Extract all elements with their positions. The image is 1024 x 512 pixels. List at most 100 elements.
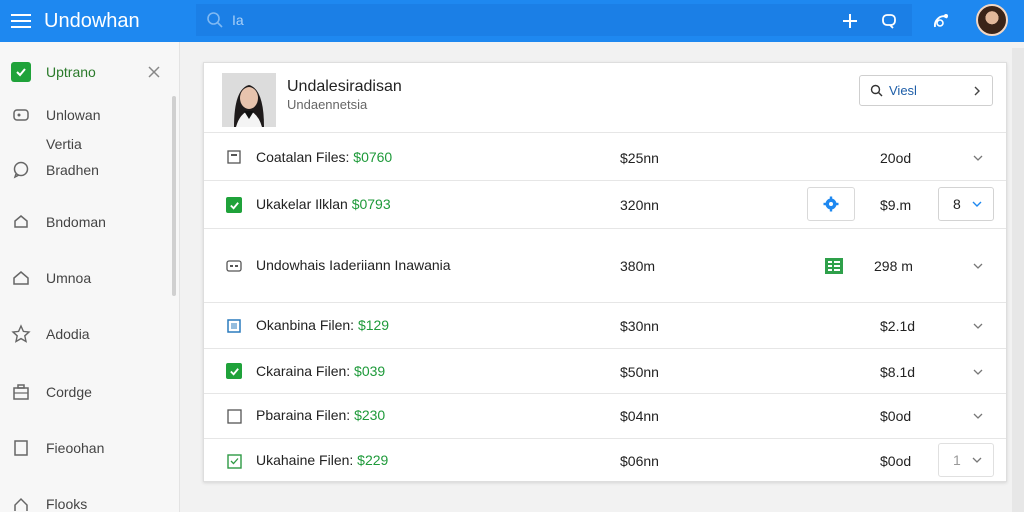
row-amount: $0793	[351, 196, 391, 212]
row-size: $04nn	[620, 408, 659, 424]
row-size: $30nn	[620, 318, 659, 334]
chat-icon[interactable]	[876, 8, 902, 34]
row-time: $9.m	[880, 197, 912, 213]
checkbox-checked-icon[interactable]	[226, 197, 242, 213]
page-scrollbar[interactable]	[1012, 48, 1024, 512]
view-button-label: Viesl	[889, 83, 917, 98]
chevron-down-icon[interactable]	[971, 259, 985, 273]
sidebar-item-label: Cordge	[46, 384, 92, 400]
profile-photo	[222, 73, 276, 127]
quantity-select[interactable]: 8	[938, 187, 994, 221]
sidebar-item-umnoa[interactable]: Umnoa	[0, 264, 170, 292]
sidebar-item-bndoman[interactable]: Bndoman	[0, 208, 170, 236]
hamburger-menu-icon[interactable]	[0, 0, 42, 42]
chat-bubble-icon	[10, 159, 32, 181]
row-label: Okanbina Filen: $129	[256, 317, 389, 333]
sidebar-item-uptrano[interactable]: Uptrano	[0, 58, 170, 86]
row-label: Pbaraina Filen: $230	[256, 407, 385, 423]
table-row[interactable]: Okanbina Filen: $129 $30nn $2.1d	[204, 303, 1006, 349]
home-icon	[10, 267, 32, 289]
upload-icon	[10, 493, 32, 512]
row-size: 320nn	[620, 197, 659, 213]
profile-name: Undalesiradisan	[287, 78, 402, 95]
sidebar-item-label: Umnoa	[46, 270, 92, 286]
check-square-icon	[10, 61, 32, 83]
sidebar: Uptrano Unlowan Vertia Bradhen Bndoman U…	[0, 42, 180, 512]
chevron-right-icon	[974, 86, 980, 96]
table-row[interactable]: Pbaraina Filen: $230 $04nn $0od	[204, 394, 1006, 439]
files-panel: Undalesiradisan Undaennetsia Viesl Coata…	[203, 62, 1007, 482]
sidebar-item-bradhen[interactable]: Bradhen	[0, 156, 170, 184]
view-button[interactable]: Viesl	[859, 75, 993, 106]
chevron-down-icon[interactable]	[971, 151, 985, 165]
chevron-down-icon	[972, 457, 982, 463]
image-icon	[226, 318, 242, 334]
row-name: Undowhais Iaderiiann Inawania	[256, 257, 451, 273]
chevron-down-icon[interactable]	[971, 365, 985, 379]
row-time: $0od	[880, 453, 912, 469]
row-time: 298 m	[874, 258, 913, 274]
table-row[interactable]: Undowhais Iaderiiann Inawania 380m 298 m	[204, 229, 1006, 303]
sidebar-item-fieoohan[interactable]: Fieoohan	[0, 434, 170, 462]
sidebar-item-flooks[interactable]: Flooks	[0, 490, 170, 512]
sidebar-item-cordge[interactable]: Cordge	[0, 378, 170, 406]
rocket-icon	[10, 211, 32, 233]
sidebar-item-label: Fieoohan	[46, 440, 105, 456]
row-size: 380m	[620, 258, 656, 274]
profile-subtitle: Undaennetsia	[287, 97, 368, 112]
quantity-value: 8	[953, 196, 961, 212]
sidebar-item-label: Flooks	[46, 496, 88, 512]
checkbox-empty-icon[interactable]	[226, 149, 242, 165]
row-size: $25nn	[620, 150, 659, 166]
sidebar-scrollbar[interactable]	[172, 96, 176, 296]
row-label: Undowhais Iaderiiann Inawania	[256, 257, 451, 273]
row-label: Coatalan Files: $0760	[256, 149, 392, 165]
close-icon[interactable]	[146, 64, 162, 80]
row-name: Ckaraina Filen:	[256, 363, 355, 379]
sidebar-item-vertia[interactable]: Vertia	[0, 130, 170, 158]
tag-icon	[10, 104, 32, 126]
row-amount: $129	[357, 317, 390, 333]
notification-icon[interactable]	[928, 8, 954, 34]
checkbox-empty-icon[interactable]	[226, 408, 242, 424]
table-row[interactable]: Ukahaine Filen: $229 $06nn $0od 1	[204, 439, 1006, 482]
star-icon	[10, 323, 32, 345]
chevron-down-icon	[972, 201, 982, 207]
spreadsheet-icon[interactable]	[825, 258, 843, 274]
row-label: Ukahaine Filen: $229	[256, 452, 388, 468]
row-name: Ukahaine Filen:	[256, 452, 358, 468]
search-icon	[870, 84, 883, 97]
top-bar: Undowhan	[0, 0, 1024, 42]
row-name: Pbaraina Filen:	[256, 407, 355, 423]
quantity-select[interactable]: 1	[938, 443, 994, 477]
table-row[interactable]: Ckaraina Filen: $039 $50nn $8.1d	[204, 349, 1006, 394]
document-icon	[10, 437, 32, 459]
search-bar[interactable]	[196, 4, 912, 36]
briefcase-icon	[10, 381, 32, 403]
chevron-down-icon[interactable]	[971, 409, 985, 423]
gear-icon	[823, 196, 839, 212]
row-amount: $039	[354, 363, 386, 379]
checkbox-outline-green-icon[interactable]	[226, 453, 242, 469]
card-icon	[226, 258, 242, 274]
row-label: Ukakelar Ilklan $0793	[256, 196, 391, 212]
settings-button[interactable]	[807, 187, 855, 221]
row-size: $50nn	[620, 364, 659, 380]
row-time: $8.1d	[880, 364, 916, 380]
checkbox-checked-icon[interactable]	[226, 363, 242, 379]
sidebar-item-unlowan[interactable]: Unlowan	[0, 101, 170, 129]
sidebar-item-label: Vertia	[46, 136, 82, 152]
search-icon	[207, 12, 223, 28]
search-input[interactable]	[232, 12, 632, 28]
table-row[interactable]: Coatalan Files: $0760 $25nn 20od	[204, 134, 1006, 181]
row-amount: $229	[357, 452, 389, 468]
row-time: $2.1d	[880, 318, 916, 334]
plus-icon[interactable]	[837, 8, 863, 34]
row-name: Coatalan Files:	[256, 149, 354, 165]
sidebar-item-adodia[interactable]: Adodia	[0, 320, 170, 348]
user-avatar[interactable]	[976, 4, 1008, 36]
row-size: $06nn	[620, 453, 659, 469]
table-row[interactable]: Ukakelar Ilklan $0793 320nn $9.m 8	[204, 181, 1006, 229]
chevron-down-icon[interactable]	[971, 319, 985, 333]
profile-header: Undalesiradisan Undaennetsia Viesl	[204, 63, 1006, 133]
